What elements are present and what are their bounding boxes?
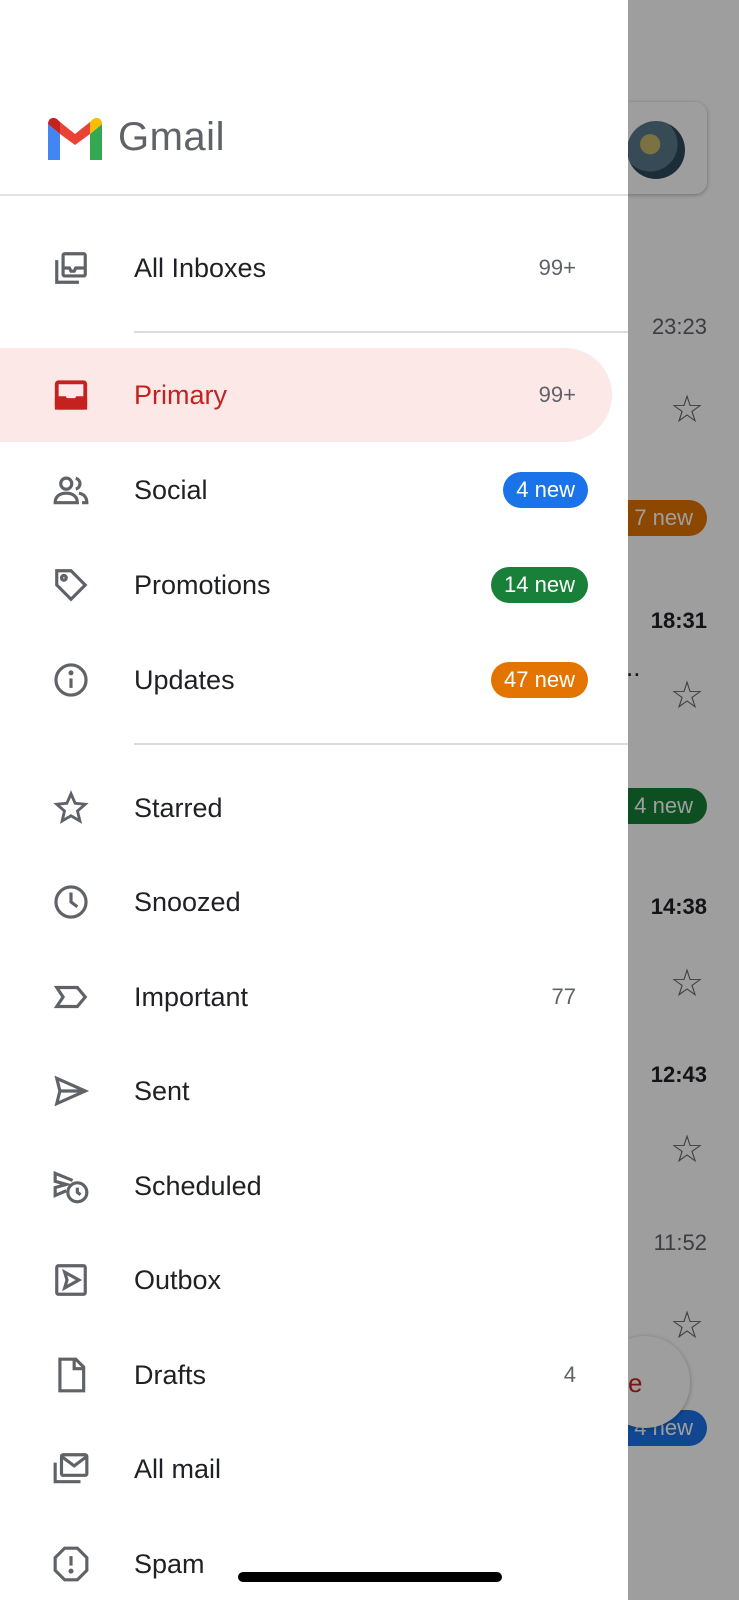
unread-count: 99+: [538, 255, 576, 280]
new-badge: 47 new: [491, 662, 588, 698]
drawer-item-label: Important: [134, 981, 249, 1012]
unread-count: 99+: [538, 382, 576, 407]
drawer-item-label: Social: [134, 474, 208, 505]
drawer-item-sent[interactable]: Sent: [0, 1044, 612, 1138]
send-icon: [50, 1070, 92, 1112]
all-mail-icon: [50, 1448, 92, 1490]
inbox-icon: [50, 374, 92, 416]
new-badge: 4 new: [503, 472, 588, 508]
drawer-item-label: Scheduled: [134, 1170, 262, 1201]
people-icon: [50, 469, 92, 511]
drawer-item-label: All Inboxes: [134, 252, 267, 283]
all-inboxes-icon: [50, 247, 92, 289]
drawer-item-label: Updates: [134, 664, 235, 695]
drawer-item-label: All mail: [134, 1453, 222, 1484]
home-indicator[interactable]: [238, 1572, 502, 1582]
drawer-item-label: Drafts: [134, 1359, 207, 1390]
clock-icon: [50, 881, 92, 923]
drawer-item-snoozed[interactable]: Snoozed: [0, 855, 612, 949]
info-icon: [50, 659, 92, 701]
drawer-item-label: Snoozed: [134, 886, 241, 917]
scheduled-send-icon: [50, 1165, 92, 1207]
star-icon: [50, 787, 92, 829]
important-icon: [50, 976, 92, 1018]
drawer-item-spam[interactable]: Spam: [0, 1517, 612, 1600]
gmail-logo-icon: [48, 118, 102, 160]
divider: [134, 331, 628, 333]
drawer-item-label: Spam: [134, 1548, 205, 1579]
drawer-item-label: Starred: [134, 792, 223, 823]
outbox-icon: [50, 1259, 92, 1301]
item-count: 77: [551, 984, 576, 1009]
drawer-item-updates[interactable]: Updates 47 new: [0, 633, 612, 727]
drawer-item-label: Outbox: [134, 1264, 222, 1295]
item-count: 4: [563, 1362, 576, 1387]
spam-icon: [50, 1543, 92, 1585]
drawer-item-all-inboxes[interactable]: All Inboxes 99+: [0, 221, 612, 315]
drawer-item-label: Sent: [134, 1075, 190, 1106]
drawer-item-label: Primary: [134, 379, 227, 410]
navigation-drawer: Gmail All Inboxes 99+ Primary 99+ Social…: [0, 0, 628, 1600]
drawer-item-outbox[interactable]: Outbox: [0, 1233, 612, 1327]
drawer-item-label: Promotions: [134, 569, 271, 600]
new-badge: 14 new: [491, 567, 588, 603]
drawer-item-drafts[interactable]: Drafts 4: [0, 1328, 612, 1422]
tag-icon: [50, 564, 92, 606]
drawer-item-starred[interactable]: Starred: [0, 761, 612, 855]
drawer-item-primary[interactable]: Primary 99+: [0, 348, 612, 442]
drawer-item-all-mail[interactable]: All mail: [0, 1422, 612, 1516]
divider: [134, 743, 628, 745]
drawer-item-important[interactable]: Important 77: [0, 950, 612, 1044]
draft-icon: [50, 1354, 92, 1396]
app-brand: Gmail: [118, 115, 225, 159]
drawer-header: Gmail: [0, 0, 628, 196]
drawer-item-scheduled[interactable]: Scheduled: [0, 1139, 612, 1233]
drawer-item-social[interactable]: Social 4 new: [0, 443, 612, 537]
drawer-item-promotions[interactable]: Promotions 14 new: [0, 538, 612, 632]
